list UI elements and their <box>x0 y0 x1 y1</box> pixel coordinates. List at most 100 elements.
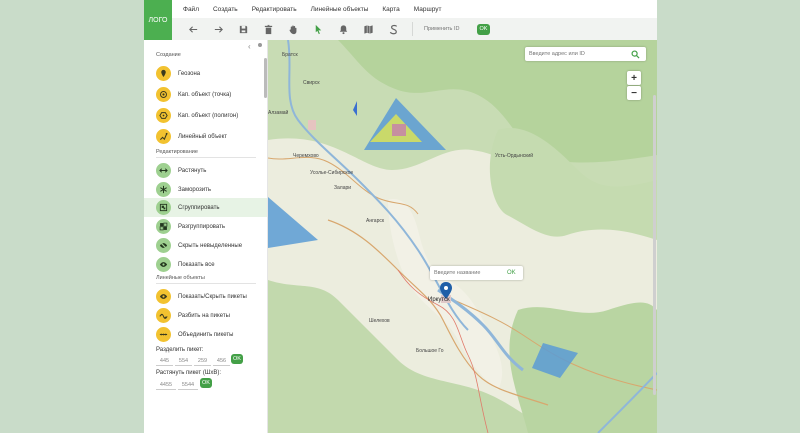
edit-hide-unselected-label: Скрыть невыделенные <box>178 242 243 249</box>
create-geozone[interactable]: Геозона <box>144 64 267 83</box>
merge-pickets[interactable]: Объединить пикеты <box>144 325 267 344</box>
hand-icon <box>289 25 297 34</box>
menu-map[interactable]: Карта <box>382 6 399 13</box>
app-window: ЛОГО Файл Создать Редактировать Линейные… <box>144 0 657 433</box>
sidebar: ‹ Создание Геозона Кап. объект (точка) К… <box>144 40 268 433</box>
redo-button[interactable] <box>206 18 231 40</box>
trash-icon <box>264 24 273 34</box>
map-terrain <box>268 40 657 433</box>
toggle-pickets-label: Показать/Скрыть пикеты <box>178 293 247 300</box>
apply-id-ok-button[interactable]: OK <box>477 23 490 35</box>
eye-off-icon <box>156 238 171 253</box>
divider <box>156 157 256 158</box>
toggle-pickets[interactable]: Показать/Скрыть пикеты <box>144 287 267 306</box>
route-button[interactable] <box>381 18 406 40</box>
pin-dot-icon[interactable] <box>258 43 262 47</box>
edit-group-label: Сгруппировать <box>178 204 220 211</box>
menu-bar: Файл Создать Редактировать Линейные объе… <box>172 0 657 18</box>
city-label: Залари <box>334 185 352 191</box>
create-geozone-label: Геозона <box>178 70 201 77</box>
snowflake-icon <box>156 182 171 197</box>
ungroup-icon <box>156 219 171 234</box>
menu-route[interactable]: Маршрут <box>414 6 442 13</box>
city-label: Черемхово <box>293 153 319 159</box>
city-label: Усолье-Сибирское <box>310 170 354 176</box>
stretch-width-value[interactable] <box>156 380 176 390</box>
map-canvas[interactable]: Братск Усть-Ордынский Свирск Черемхово А… <box>268 40 657 433</box>
edit-freeze[interactable]: Заморозить <box>144 180 267 199</box>
s-curve-icon <box>389 24 398 34</box>
bell-icon <box>339 24 348 34</box>
split-value-1[interactable] <box>156 356 173 366</box>
menu-file[interactable]: Файл <box>183 6 199 13</box>
merge-pickets-label: Объединить пикеты <box>178 331 234 338</box>
section-edit-heading: Редактирование <box>156 149 198 155</box>
split-value-3[interactable] <box>194 356 211 366</box>
search-icon[interactable] <box>631 49 640 59</box>
split-ok-button[interactable]: OK <box>231 354 243 364</box>
object-name-input[interactable] <box>430 270 502 276</box>
edit-ungroup[interactable]: Разгруппировать <box>144 217 267 236</box>
delete-button[interactable] <box>256 18 281 40</box>
edit-ungroup-label: Разгруппировать <box>178 223 226 230</box>
city-label: Усть-Ордынский <box>495 153 534 159</box>
name-popup: OK <box>430 266 523 280</box>
cursor-icon <box>315 24 322 34</box>
save-icon <box>239 25 248 33</box>
address-search <box>525 47 646 61</box>
stretch-ok-button[interactable]: OK <box>200 378 212 388</box>
menu-edit[interactable]: Редактировать <box>252 6 297 13</box>
menu-create[interactable]: Создать <box>213 6 238 13</box>
city-label: Свирск <box>303 80 320 86</box>
eye-icon <box>156 257 171 272</box>
edit-stretch[interactable]: Растянуть <box>144 161 267 180</box>
apply-id-input[interactable] <box>421 22 475 36</box>
search-input[interactable] <box>525 51 625 57</box>
split-pickets-icon <box>156 308 171 323</box>
stretch-picket-label: Растянуть пикет (ШхВ): <box>156 370 222 376</box>
menu-linear-objects[interactable]: Линейные объекты <box>311 6 369 13</box>
city-label: Шелехов <box>369 318 390 324</box>
save-button[interactable] <box>231 18 256 40</box>
create-polygon-object[interactable]: Кап. объект (полигон) <box>144 106 267 125</box>
edit-show-all-label: Показать все <box>178 261 215 268</box>
split-pickets-label: Разбить на пикеты <box>178 312 230 319</box>
map-layers-button[interactable] <box>356 18 381 40</box>
toolbar: OK <box>172 18 657 40</box>
map-icon <box>364 24 373 34</box>
pan-button[interactable] <box>281 18 306 40</box>
stretch-height-value[interactable] <box>178 380 198 390</box>
zoom-out-button[interactable]: − <box>627 86 641 100</box>
undo-button[interactable] <box>181 18 206 40</box>
collapse-sidebar-icon[interactable]: ‹ <box>248 42 251 51</box>
edit-show-all[interactable]: Показать все <box>144 255 267 274</box>
split-value-4[interactable] <box>213 356 230 366</box>
edit-hide-unselected[interactable]: Скрыть невыделенные <box>144 236 267 255</box>
split-pickets[interactable]: Разбить на пикеты <box>144 306 267 325</box>
notifications-button[interactable] <box>331 18 356 40</box>
split-picket-label: Разделить пикет: <box>156 347 204 353</box>
create-polygon-object-label: Кап. объект (полигон) <box>178 112 239 119</box>
arrow-right-icon <box>214 25 223 33</box>
city-label: Ангарск <box>366 218 385 224</box>
name-ok-button[interactable]: OK <box>507 270 516 276</box>
edit-freeze-label: Заморозить <box>178 186 212 193</box>
merge-pickets-icon <box>156 327 171 342</box>
logo: ЛОГО <box>144 0 172 40</box>
city-label: Алзамай <box>268 110 289 116</box>
map-scrollbar[interactable] <box>653 95 656 395</box>
create-point-object-label: Кап. объект (точка) <box>178 91 232 98</box>
arrow-left-icon <box>189 25 198 33</box>
section-linear-heading: Линейные объекты <box>156 275 205 281</box>
group-icon <box>156 200 171 215</box>
create-point-object[interactable]: Кап. объект (точка) <box>144 85 267 104</box>
split-value-2[interactable] <box>175 356 192 366</box>
edit-group[interactable]: Сгруппировать <box>144 198 267 217</box>
select-button[interactable] <box>306 18 331 40</box>
zoom-in-button[interactable]: + <box>627 71 641 85</box>
section-create-heading: Создание <box>156 52 181 58</box>
city-label: Большое Го <box>416 348 444 354</box>
edit-stretch-label: Растянуть <box>178 167 207 174</box>
city-label: Братск <box>282 52 298 58</box>
create-linear-object[interactable]: Линейный объект <box>144 127 267 146</box>
